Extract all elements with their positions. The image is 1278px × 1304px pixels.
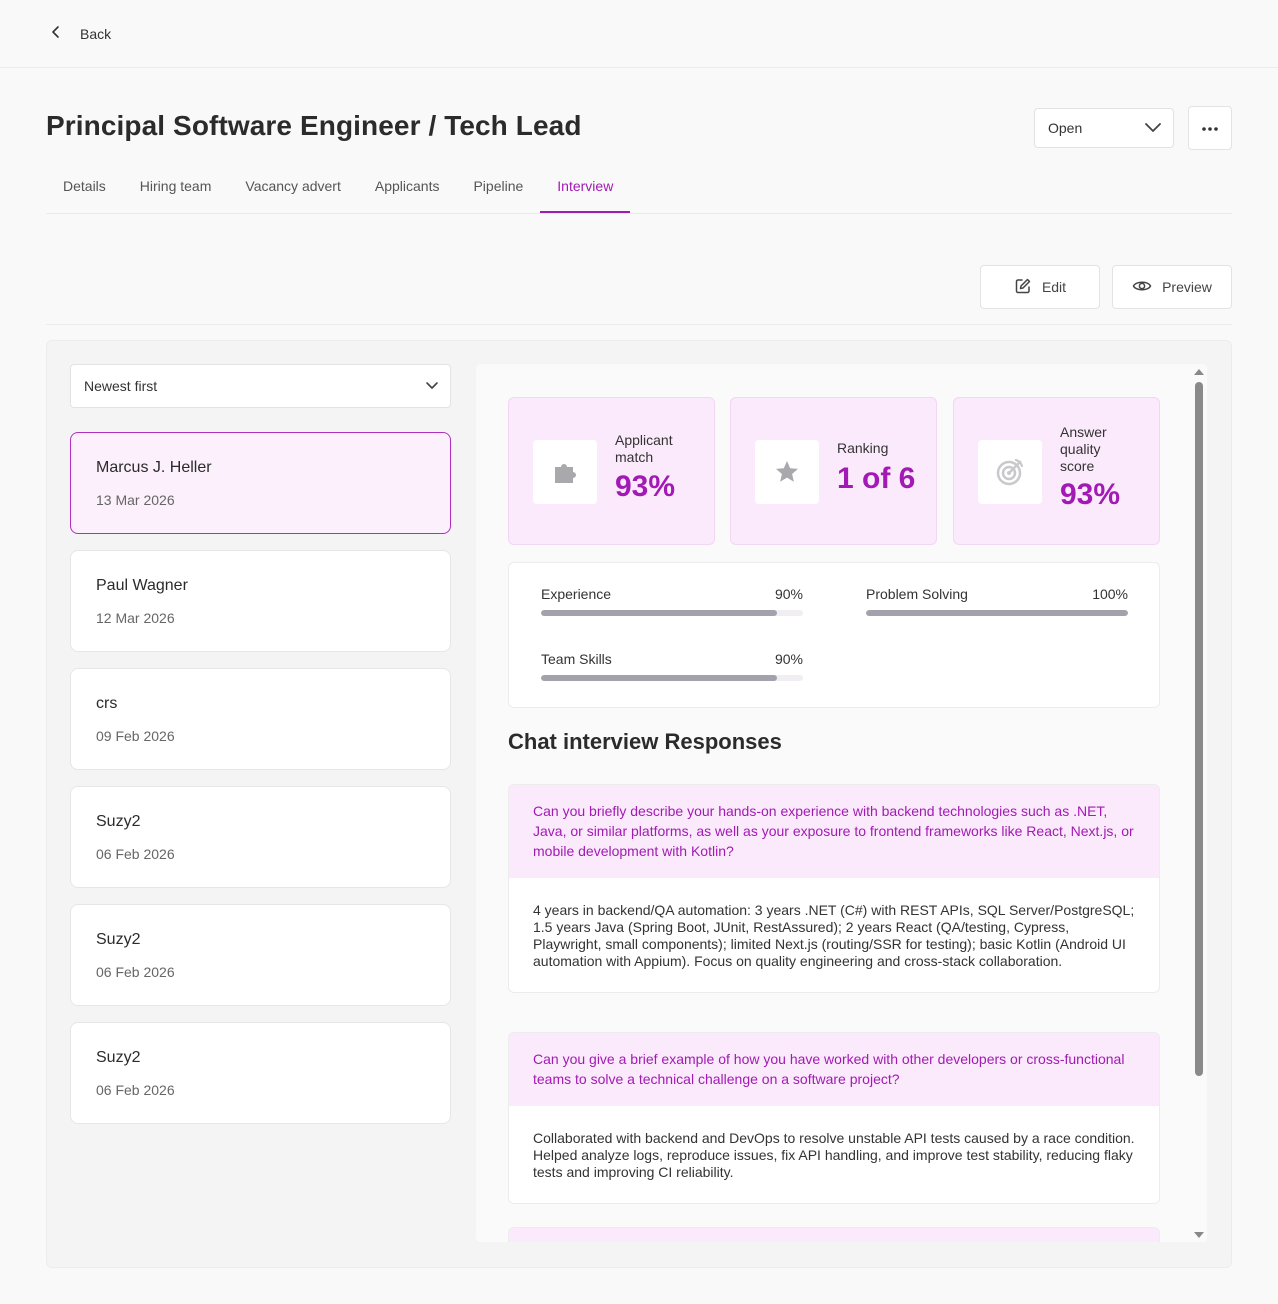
skill-name: Team Skills	[541, 651, 612, 667]
stat-label: Ranking	[837, 440, 888, 457]
candidate-name: Marcus J. Heller	[96, 459, 212, 476]
candidate-date: 06 Feb 2026	[96, 846, 175, 862]
candidate-card[interactable]: crs 09 Feb 2026	[70, 668, 451, 770]
edit-label: Edit	[1041, 279, 1067, 295]
response-question: Can you give a brief example of how you …	[509, 1033, 1159, 1106]
back-button[interactable]: Back	[48, 22, 111, 46]
candidate-date: 09 Feb 2026	[96, 728, 175, 744]
preview-label: Preview	[1162, 279, 1212, 295]
star-icon	[755, 440, 819, 504]
skill-percent: 90%	[774, 586, 803, 602]
tab-details[interactable]: Details	[46, 168, 123, 213]
status-select-value: Open	[1048, 120, 1083, 136]
back-label: Back	[80, 26, 112, 42]
stat-label-line: score	[1060, 458, 1095, 474]
candidate-card[interactable]: Suzy2 06 Feb 2026	[70, 1022, 451, 1124]
eye-icon	[1132, 279, 1152, 296]
candidate-card[interactable]: Suzy2 06 Feb 2026	[70, 786, 451, 888]
skill-experience: Experience 90%	[541, 586, 803, 616]
candidate-card[interactable]: Paul Wagner 12 Mar 2026	[70, 550, 451, 652]
edit-button[interactable]: Edit	[980, 265, 1100, 309]
responses-title: Chat interview Responses	[508, 729, 782, 754]
tab-label: Hiring team	[139, 178, 212, 194]
stat-card-answer-quality: Answer quality score 93%	[953, 397, 1160, 545]
candidate-name: Suzy2	[96, 813, 141, 830]
tab-hiring-team[interactable]: Hiring team	[123, 168, 229, 213]
response-item: Can you give a brief example of how you …	[508, 1032, 1160, 1204]
preview-button[interactable]: Preview	[1112, 265, 1232, 309]
sort-select-value: Newest first	[84, 378, 158, 394]
candidate-card[interactable]: Suzy2 06 Feb 2026	[70, 904, 451, 1006]
more-horizontal-icon	[1201, 119, 1219, 137]
candidate-detail-pane[interactable]: Applicant match 93% Ranking 1 of 6 Answe…	[476, 364, 1207, 1242]
chevron-left-icon	[48, 24, 64, 45]
response-answer: Collaborated with backend and DevOps to …	[533, 1130, 1135, 1180]
tab-pipeline[interactable]: Pipeline	[456, 168, 540, 213]
skill-bar	[866, 610, 1128, 616]
candidate-name: Suzy2	[96, 931, 141, 948]
skill-team-skills: Team Skills 90%	[541, 651, 803, 681]
stat-value: 1 of 6	[837, 462, 916, 495]
page-title: Principal Software Engineer / Tech Lead	[46, 110, 582, 141]
candidate-card[interactable]: Marcus J. Heller 13 Mar 2026	[70, 432, 451, 534]
more-options-button[interactable]	[1188, 106, 1232, 150]
tab-interview[interactable]: Interview	[540, 168, 631, 213]
tab-applicants[interactable]: Applicants	[358, 168, 457, 213]
scroll-down-arrow-icon[interactable]	[1194, 1232, 1204, 1238]
tab-vacancy-advert[interactable]: Vacancy advert	[228, 168, 357, 213]
candidate-name: Paul Wagner	[96, 577, 188, 594]
skill-name: Problem Solving	[866, 586, 968, 602]
skill-name: Experience	[541, 586, 612, 602]
scroll-up-arrow-icon[interactable]	[1194, 369, 1204, 375]
stat-label: Answer quality score	[1060, 424, 1107, 475]
divider	[46, 324, 1232, 325]
sort-select[interactable]: Newest first	[70, 364, 451, 408]
edit-icon	[1014, 277, 1032, 298]
top-bar: Back	[0, 0, 1278, 68]
skill-bar	[541, 675, 803, 681]
stat-label-line: quality	[1060, 441, 1101, 457]
stat-card-ranking: Ranking 1 of 6	[730, 397, 937, 545]
tab-bar: Details Hiring team Vacancy advert Appli…	[46, 168, 1232, 214]
candidate-date: 13 Mar 2026	[96, 492, 175, 508]
skill-bar-fill	[541, 610, 777, 616]
stat-label-line: match	[615, 449, 654, 465]
stat-value: 93%	[615, 470, 676, 503]
skill-percent: 90%	[774, 651, 803, 667]
target-icon	[978, 440, 1042, 504]
candidate-name: Suzy2	[96, 1049, 141, 1066]
skill-problem-solving: Problem Solving 100%	[866, 586, 1128, 616]
tab-label: Details	[63, 178, 106, 194]
skill-bar	[541, 610, 803, 616]
skill-bar-fill	[866, 610, 1128, 616]
candidate-date: 06 Feb 2026	[96, 964, 175, 980]
candidate-name: crs	[96, 695, 118, 712]
puzzle-icon	[533, 440, 597, 504]
tab-label: Pipeline	[473, 178, 524, 194]
skill-percent: 100%	[1092, 586, 1128, 602]
chevron-down-icon	[1143, 117, 1163, 140]
tab-label: Interview	[557, 178, 614, 194]
response-answer: 4 years in backend/QA automation: 3 year…	[533, 902, 1135, 969]
scrollbar-thumb[interactable]	[1195, 382, 1203, 1076]
response-item: Can you briefly describe your hands-on e…	[508, 784, 1160, 993]
stat-label: Applicant match	[615, 432, 673, 466]
tab-label: Applicants	[374, 178, 440, 194]
response-item-partial	[508, 1227, 1160, 1242]
stat-value: 93%	[1060, 478, 1121, 511]
stat-label-line: Answer	[1060, 424, 1107, 440]
candidate-date: 12 Mar 2026	[96, 610, 175, 626]
stat-card-applicant-match: Applicant match 93%	[508, 397, 715, 545]
response-question: Can you briefly describe your hands-on e…	[509, 785, 1159, 878]
chevron-down-icon	[424, 377, 440, 396]
skills-card: Experience 90% Problem Solving 100% Team…	[508, 562, 1160, 708]
stat-label-line: Ranking	[837, 440, 889, 456]
response-question	[509, 1228, 1159, 1242]
status-select[interactable]: Open	[1034, 108, 1174, 148]
skill-bar-fill	[541, 675, 777, 681]
stat-label-line: Applicant	[615, 432, 673, 448]
candidate-date: 06 Feb 2026	[96, 1082, 175, 1098]
tab-label: Vacancy advert	[245, 178, 341, 194]
